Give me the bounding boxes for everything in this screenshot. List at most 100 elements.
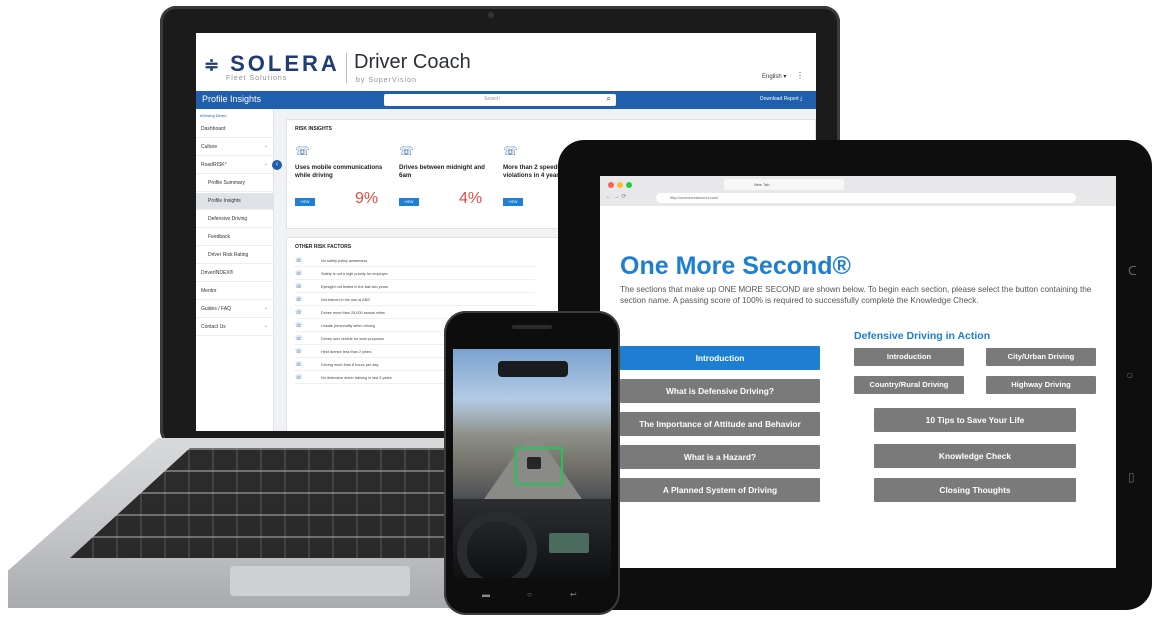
risk-insight-text: Uses mobile communications while driving — [295, 164, 383, 180]
section-button[interactable]: Introduction — [620, 346, 820, 370]
page-title: One More Second® — [620, 252, 851, 280]
section-button[interactable]: What is a Hazard? — [620, 445, 820, 469]
car-radio — [549, 533, 589, 553]
back-nav-icon[interactable]: ▬ — [482, 590, 490, 599]
dashcam-video — [453, 349, 611, 578]
download-report-link[interactable]: Download Report ⤓ — [760, 96, 802, 102]
url-bar[interactable]: http://onemoresecond.com/ — [656, 193, 1076, 203]
risk-factor-text: Drives more than 25,000 annual miles — [321, 311, 385, 315]
tablet-home-icon: ○ — [1126, 368, 1134, 382]
detection-box — [515, 447, 563, 485]
risk-insights-title: RISK INSIGHTS — [295, 126, 332, 132]
risk-factor-text: Driving more than 8 hours per day — [321, 363, 379, 367]
view-button[interactable]: VIEW — [295, 198, 315, 206]
phone-speaker — [512, 325, 552, 329]
risk-insight: ☏ Uses mobile communications while drivin… — [295, 144, 395, 220]
sidebar-item[interactable]: Driver Risk Rating — [196, 247, 274, 264]
sidebar-item[interactable]: Culture ⌄ — [196, 139, 274, 156]
risk-factor-icon: ☏ — [295, 349, 303, 355]
sidebar-item[interactable]: Feedback — [196, 229, 274, 246]
header-divider — [346, 53, 347, 83]
view-button[interactable]: VIEW — [503, 198, 523, 206]
sidebar-item-label: Feedback — [208, 234, 230, 240]
risk-factor-text: Not trained in the use of ABS — [321, 298, 370, 302]
camera-icon — [488, 12, 494, 18]
page-title: Profile Insights — [202, 94, 262, 104]
logo-subtitle: Fleet Solutions — [226, 75, 288, 82]
section-button[interactable]: Closing Thoughts — [874, 478, 1076, 502]
risk-factor-icon: ☏ — [295, 323, 303, 329]
risk-factor-row: ☏ Eyesight not tested in the last two yea… — [295, 282, 535, 293]
sidebar-item-label: Profile Summary — [208, 180, 245, 186]
app-subtitle: by SuperVision — [356, 77, 417, 84]
risk-factor-icon: ☏ — [295, 375, 303, 381]
sidebar-item[interactable]: Mentor — [196, 283, 274, 300]
section-button[interactable]: The Importance of Attitude and Behavior — [620, 412, 820, 436]
sidebar-item-label: Mentor — [201, 288, 217, 294]
risk-factor-icon: ☏ — [295, 284, 303, 290]
section-button[interactable]: Country/Rural Driving — [854, 376, 964, 394]
sidebar-item-label: Defensive Driving — [208, 216, 248, 222]
risk-factor-icon: ☏ — [295, 271, 303, 277]
search-placeholder: Search — [484, 96, 500, 102]
browser-nav-icons[interactable]: ← → ⟳ — [606, 193, 626, 200]
browser-chrome: New Tab ← → ⟳ http://onemoresecond.com/ — [600, 176, 1116, 206]
search-input[interactable]: Search ⌕ — [384, 94, 616, 106]
close-window-icon[interactable] — [608, 182, 614, 188]
maximize-window-icon[interactable] — [626, 182, 632, 188]
search-icon[interactable]: ⌕ — [607, 94, 611, 104]
sidebar-item[interactable]: RoadRISK° ⌄ — [196, 157, 274, 174]
sidebar-item[interactable]: DriverINDEX® — [196, 265, 274, 282]
sidebar-item[interactable]: Defensive Driving — [196, 211, 274, 228]
rearview-mirror — [498, 361, 568, 377]
phone-hand-icon: ☏ — [399, 144, 415, 158]
download-icon: ⤓ — [800, 96, 803, 102]
chevron-down-icon: ⌄ — [263, 305, 268, 311]
home-nav-icon[interactable]: ○ — [527, 590, 532, 599]
section-button[interactable]: City/Urban Driving — [986, 348, 1096, 366]
risk-factor-text: No safety policy awareness — [321, 259, 368, 263]
chevron-down-icon: ⌄ — [263, 323, 268, 329]
sidebar-item-label: DriverINDEX® — [201, 270, 234, 276]
sidebar-item[interactable]: Guides / FAQ ⌄ — [196, 301, 274, 318]
risk-insight-text: Drives between midnight and 6am — [399, 164, 485, 180]
minimize-window-icon[interactable] — [617, 182, 623, 188]
solera-logo: ≑ SOLERA — [204, 51, 340, 76]
section-button[interactable]: A Planned System of Driving — [620, 478, 820, 502]
tablet-button-icon: ▯ — [1128, 470, 1135, 484]
laptop-trackpad — [230, 566, 410, 596]
more-menu-icon[interactable]: ⋮ — [796, 71, 804, 80]
sidebar-item[interactable]: Profile Insights — [196, 193, 274, 210]
sidebar-item[interactable]: Dashboard — [196, 121, 274, 138]
risk-factor-row: ☏ Safety is not a high priority for emplo… — [295, 269, 535, 280]
risk-factor-text: Eyesight not tested in the last two year… — [321, 285, 388, 289]
browser-tab[interactable]: New Tab — [724, 179, 844, 190]
risk-factor-icon: ☏ — [295, 258, 303, 264]
phone-hand-icon: ☏ — [503, 144, 519, 158]
view-button[interactable]: VIEW — [399, 198, 419, 206]
sidebar-item[interactable]: Contact Us ⌄ — [196, 319, 274, 336]
collapse-sidebar-button[interactable]: ‹ — [272, 160, 282, 170]
risk-percentage: 9% — [355, 190, 379, 207]
section-button[interactable]: What is Defensive Driving? — [620, 379, 820, 403]
recent-nav-icon[interactable]: ↩ — [570, 590, 577, 599]
risk-factor-text: Safety is not a high priority for employ… — [321, 272, 388, 276]
chevron-down-icon: ⌄ — [263, 161, 268, 167]
sidebar-item-label: Guides / FAQ — [201, 306, 232, 312]
language-select[interactable]: English ▾ — [762, 73, 786, 80]
risk-factor-row: ☏ No safety policy awareness — [295, 256, 535, 267]
section-button[interactable]: 10 Tips to Save Your Life — [874, 408, 1076, 432]
app-header: ≑ SOLERA Fleet Solutions Driver Coach by… — [196, 33, 816, 91]
sidebar-item-label: Contact Us — [201, 324, 226, 330]
risk-factor-icon: ☏ — [295, 297, 303, 303]
risk-factor-icon: ☏ — [295, 362, 303, 368]
section-button[interactable]: Knowledge Check — [874, 444, 1076, 468]
risk-insight: ☏ Drives between midnight and 6am VIEW 4% — [399, 144, 499, 220]
section-button[interactable]: Introduction — [854, 348, 964, 366]
sidebar-item[interactable]: Profile Summary — [196, 175, 274, 192]
top-bar: Profile Insights Search ⌕ Download Repor… — [196, 91, 816, 109]
risk-percentage: 4% — [459, 190, 483, 207]
section-button[interactable]: Highway Driving — [986, 376, 1096, 394]
app-title: Driver Coach — [354, 51, 471, 73]
risk-factor-text: Drives own vehicle for work purposes — [321, 337, 384, 341]
